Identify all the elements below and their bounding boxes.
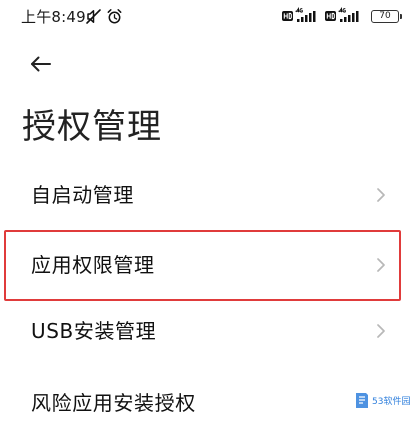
- menu-item-usb-install-management[interactable]: USB安装管理: [0, 298, 417, 366]
- page-title: 授权管理: [22, 107, 162, 147]
- battery-icon: 70: [371, 10, 402, 23]
- battery-level: 70: [379, 11, 391, 21]
- chevron-right-icon: [377, 188, 385, 202]
- back-button[interactable]: [26, 50, 60, 78]
- status-bar: 上午8:49 70: [0, 0, 417, 34]
- menu-item-label: 风险应用安装授权: [31, 391, 196, 415]
- menu-item-label: 自启动管理: [31, 183, 134, 207]
- menu-item-app-permission-management[interactable]: 应用权限管理: [0, 232, 417, 300]
- watermark-logo: 53软件园: [354, 391, 412, 415]
- alarm-icon: [107, 9, 122, 24]
- signal-icon: [282, 7, 316, 22]
- signal-icon: [325, 7, 359, 22]
- authorization-menu: 自启动管理 应用权限管理 USB安装管理 风险应用安装授权: [0, 160, 417, 421]
- watermark-text: 53软件园: [372, 397, 411, 407]
- menu-item-label: 应用权限管理: [31, 253, 155, 277]
- menu-item-autostart-management[interactable]: 自启动管理: [0, 162, 417, 230]
- chevron-right-icon: [377, 324, 385, 338]
- chevron-right-icon: [377, 258, 385, 272]
- site-logo-icon: [356, 393, 368, 408]
- mute-icon: [86, 9, 101, 24]
- menu-item-label: USB安装管理: [31, 319, 157, 343]
- back-arrow-icon: [31, 56, 51, 72]
- settings-screen: 上午8:49 70 授权管理 自启动管理 应用权限管理 USB安装管理 风险应用…: [0, 0, 417, 421]
- status-time: 上午8:49: [21, 8, 86, 26]
